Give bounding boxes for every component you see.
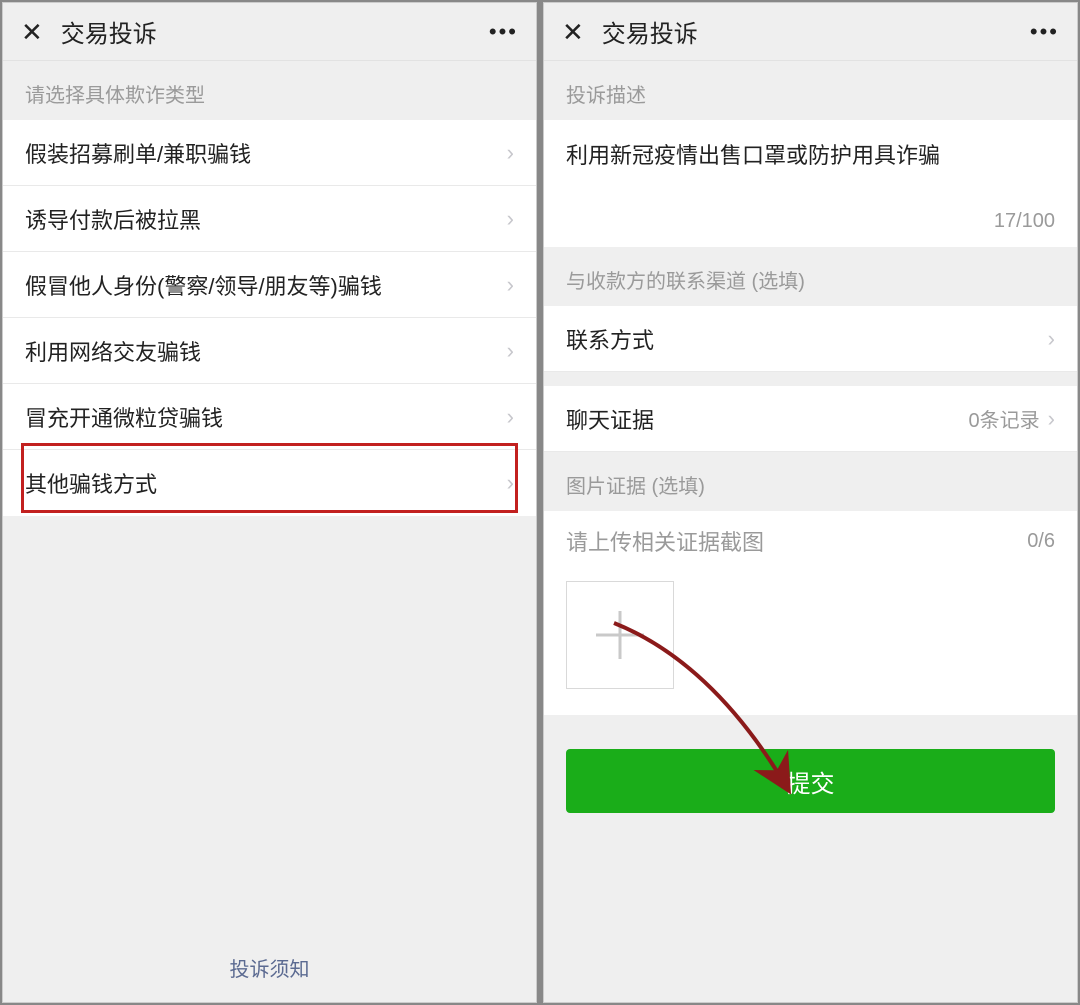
list-item-label: 假冒他人身份(警察/领导/朋友等)骗钱	[25, 269, 507, 301]
list-item-label: 诱导付款后被拉黑	[25, 203, 507, 235]
upload-hint-row: 请上传相关证据截图 0/6	[544, 511, 1077, 571]
plus-icon	[596, 611, 644, 659]
page-title: 交易投诉	[602, 14, 1030, 49]
chevron-right-icon: ›	[507, 470, 514, 496]
screen-complaint-form: ✕ 交易投诉 ••• 投诉描述 利用新冠疫情出售口罩或防护用具诈骗 17/100…	[543, 2, 1078, 1003]
section-label-contact: 与收款方的联系渠道 (选填)	[544, 247, 1077, 306]
chevron-right-icon: ›	[507, 140, 514, 166]
footer-link-notice[interactable]: 投诉须知	[3, 953, 536, 982]
upload-count: 0/6	[1027, 530, 1055, 553]
section-label-description: 投诉描述	[544, 61, 1077, 120]
more-icon[interactable]: •••	[489, 19, 518, 45]
chevron-right-icon: ›	[507, 206, 514, 232]
list-item-fraud-2[interactable]: 假冒他人身份(警察/领导/朋友等)骗钱 ›	[3, 252, 536, 318]
submit-button-label: 提交	[787, 764, 835, 799]
section-label-image-evidence: 图片证据 (选填)	[544, 452, 1077, 511]
close-icon[interactable]: ✕	[21, 19, 43, 45]
cell-value: 0条记录	[969, 404, 1040, 433]
list-item-label: 利用网络交友骗钱	[25, 335, 507, 367]
cell-label: 聊天证据	[566, 403, 969, 435]
chevron-right-icon: ›	[507, 272, 514, 298]
cell-contact-method[interactable]: 联系方式 ›	[544, 306, 1077, 372]
more-icon[interactable]: •••	[1030, 19, 1059, 45]
list-item-fraud-1[interactable]: 诱导付款后被拉黑 ›	[3, 186, 536, 252]
cell-label: 联系方式	[566, 323, 1048, 355]
description-textarea[interactable]: 利用新冠疫情出售口罩或防护用具诈骗	[544, 120, 1077, 202]
cell-chat-evidence[interactable]: 聊天证据 0条记录 ›	[544, 386, 1077, 452]
description-char-count: 17/100	[544, 202, 1077, 247]
chevron-right-icon: ›	[1048, 406, 1055, 432]
chevron-right-icon: ›	[1048, 326, 1055, 352]
chevron-right-icon: ›	[507, 404, 514, 430]
list-item-label: 冒充开通微粒贷骗钱	[25, 401, 507, 433]
navbar: ✕ 交易投诉 •••	[544, 3, 1077, 61]
list-item-fraud-5[interactable]: 其他骗钱方式 ›	[3, 450, 536, 516]
description-text: 利用新冠疫情出售口罩或防护用具诈骗	[566, 138, 1055, 190]
list-item-fraud-0[interactable]: 假装招募刷单/兼职骗钱 ›	[3, 120, 536, 186]
close-icon[interactable]: ✕	[562, 19, 584, 45]
list-item-label: 假装招募刷单/兼职骗钱	[25, 137, 507, 169]
list-item-fraud-4[interactable]: 冒充开通微粒贷骗钱 ›	[3, 384, 536, 450]
add-image-button[interactable]	[566, 581, 674, 689]
list-item-fraud-3[interactable]: 利用网络交友骗钱 ›	[3, 318, 536, 384]
section-label-fraud-type: 请选择具体欺诈类型	[3, 61, 536, 120]
chevron-right-icon: ›	[507, 338, 514, 364]
screen-select-type: ✕ 交易投诉 ••• 请选择具体欺诈类型 假装招募刷单/兼职骗钱 › 诱导付款后…	[2, 2, 537, 1003]
upload-hint: 请上传相关证据截图	[566, 525, 1027, 557]
page-title: 交易投诉	[61, 14, 489, 49]
upload-area	[544, 571, 1077, 715]
list-item-label: 其他骗钱方式	[25, 467, 507, 499]
navbar: ✕ 交易投诉 •••	[3, 3, 536, 61]
submit-button[interactable]: 提交	[566, 749, 1055, 813]
